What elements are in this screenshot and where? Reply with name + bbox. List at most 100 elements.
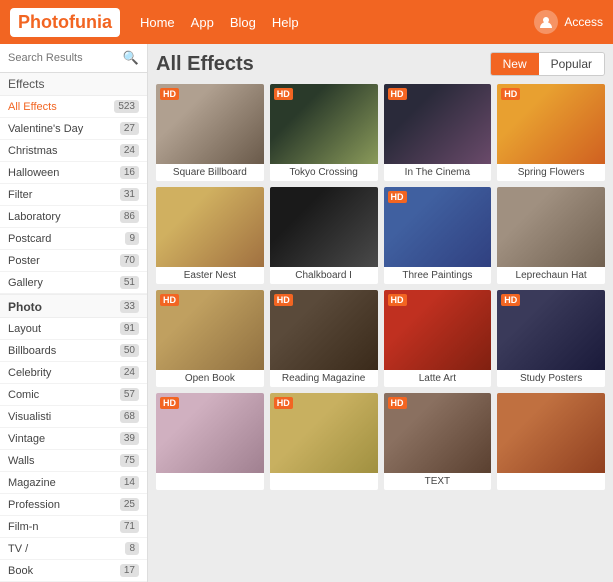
effect-card-14[interactable]: HD TEXT xyxy=(384,393,492,490)
sidebar-count: 17 xyxy=(120,564,139,577)
sidebar-item-photo-0[interactable]: Layout 91 xyxy=(0,318,147,340)
hd-badge: HD xyxy=(388,191,407,203)
sidebar-item-effects-6[interactable]: Postcard 9 xyxy=(0,228,147,250)
sidebar-count: 50 xyxy=(120,344,139,357)
sidebar: 🔍 EffectsAll Effects 523Valentine's Day … xyxy=(0,44,148,582)
effect-name: Square Billboard xyxy=(156,164,264,181)
user-icon xyxy=(534,10,558,34)
sidebar-count: 57 xyxy=(120,388,139,401)
sidebar-item-photo-6[interactable]: Walls 75 xyxy=(0,450,147,472)
sidebar-item-photo-2[interactable]: Celebrity 24 xyxy=(0,362,147,384)
effect-name xyxy=(497,473,605,479)
sidebar-effects-header: Effects xyxy=(0,73,147,96)
effect-name: Tokyo Crossing xyxy=(270,164,378,181)
effect-name: In The Cinema xyxy=(384,164,492,181)
tab-popular[interactable]: Popular xyxy=(539,53,604,75)
sidebar-label: Layout xyxy=(8,323,41,335)
content: All Effects New Popular HDSquare Billboa… xyxy=(148,44,613,582)
effect-card-12[interactable]: HD xyxy=(156,393,264,490)
hd-badge: HD xyxy=(501,88,520,100)
effect-card-7[interactable]: Leprechaun Hat xyxy=(497,187,605,284)
sidebar-photo-section: Photo 33 xyxy=(0,294,147,318)
logo[interactable]: Photofunia xyxy=(10,8,120,37)
sidebar-label: Gallery xyxy=(8,277,43,289)
sidebar-label: Visualisti xyxy=(8,411,51,423)
hd-badge: HD xyxy=(388,294,407,306)
sidebar-item-photo-11[interactable]: Book 17 xyxy=(0,560,147,582)
sidebar-item-photo-8[interactable]: Profession 25 xyxy=(0,494,147,516)
hd-badge: HD xyxy=(388,397,407,409)
effect-name xyxy=(156,473,264,479)
sidebar-label: Walls xyxy=(8,455,34,467)
header: Photofunia Home App Blog Help Access xyxy=(0,0,613,44)
page-title: All Effects xyxy=(156,53,254,76)
sidebar-item-photo-4[interactable]: Visualisti 68 xyxy=(0,406,147,428)
effects-grid: HDSquare BillboardHDTokyo CrossingHDIn T… xyxy=(156,84,605,490)
search-input[interactable] xyxy=(8,52,123,64)
sidebar-count: 68 xyxy=(120,410,139,423)
sidebar-item-photo-3[interactable]: Comic 57 xyxy=(0,384,147,406)
sidebar-label: TV / xyxy=(8,543,28,555)
sidebar-item-effects-8[interactable]: Gallery 51 xyxy=(0,272,147,294)
effect-card-4[interactable]: Easter Nest xyxy=(156,187,264,284)
effect-name: Leprechaun Hat xyxy=(497,267,605,284)
effect-card-1[interactable]: HDTokyo Crossing xyxy=(270,84,378,181)
sidebar-item-effects-5[interactable]: Laboratory 86 xyxy=(0,206,147,228)
sidebar-count: 523 xyxy=(114,100,139,113)
effect-card-11[interactable]: HDStudy Posters xyxy=(497,290,605,387)
sidebar-label: Magazine xyxy=(8,477,56,489)
effect-name: Spring Flowers xyxy=(497,164,605,181)
sidebar-item-effects-3[interactable]: Halloween 16 xyxy=(0,162,147,184)
sidebar-item-photo-9[interactable]: Film-n 71 xyxy=(0,516,147,538)
effect-card-0[interactable]: HDSquare Billboard xyxy=(156,84,264,181)
search-box[interactable]: 🔍 xyxy=(0,44,147,73)
sidebar-count: 70 xyxy=(120,254,139,267)
access-label[interactable]: Access xyxy=(564,15,603,29)
effect-card-8[interactable]: HDOpen Book xyxy=(156,290,264,387)
effect-card-9[interactable]: HDReading Magazine xyxy=(270,290,378,387)
effect-card-13[interactable]: HD xyxy=(270,393,378,490)
nav-home[interactable]: Home xyxy=(140,15,175,30)
sidebar-count: 27 xyxy=(120,122,139,135)
effect-card-10[interactable]: HDLatte Art xyxy=(384,290,492,387)
sidebar-label: Book xyxy=(8,565,33,577)
sidebar-item-effects-7[interactable]: Poster 70 xyxy=(0,250,147,272)
sidebar-count: 75 xyxy=(120,454,139,467)
sidebar-label: Vintage xyxy=(8,433,45,445)
effect-card-2[interactable]: HD In The Cinema xyxy=(384,84,492,181)
sidebar-count: 24 xyxy=(120,366,139,379)
effect-name: Easter Nest xyxy=(156,267,264,284)
nav-blog[interactable]: Blog xyxy=(230,15,256,30)
effect-card-3[interactable]: HD Spring Flowers xyxy=(497,84,605,181)
sidebar-count: 8 xyxy=(125,542,139,555)
hd-badge: HD xyxy=(274,397,293,409)
effect-card-6[interactable]: HD Three Paintings xyxy=(384,187,492,284)
sidebar-item-photo-5[interactable]: Vintage 39 xyxy=(0,428,147,450)
sidebar-count: 14 xyxy=(120,476,139,489)
content-header: All Effects New Popular xyxy=(156,52,605,76)
sidebar-label: All Effects xyxy=(8,101,57,113)
tab-new[interactable]: New xyxy=(491,53,539,75)
sidebar-label: Christmas xyxy=(8,145,58,157)
sidebar-item-effects-1[interactable]: Valentine's Day 27 xyxy=(0,118,147,140)
sidebar-item-effects-2[interactable]: Christmas 24 xyxy=(0,140,147,162)
hd-badge: HD xyxy=(388,88,407,100)
sidebar-item-photo-1[interactable]: Billboards 50 xyxy=(0,340,147,362)
search-icon[interactable]: 🔍 xyxy=(123,50,139,66)
effect-name: Three Paintings xyxy=(384,267,492,284)
effect-name: Open Book xyxy=(156,370,264,387)
nav-help[interactable]: Help xyxy=(272,15,299,30)
sidebar-count: 86 xyxy=(120,210,139,223)
sidebar-item-photo-7[interactable]: Magazine 14 xyxy=(0,472,147,494)
effect-card-5[interactable]: Chalkboard I xyxy=(270,187,378,284)
effect-name: TEXT xyxy=(384,473,492,490)
sidebar-label: Comic xyxy=(8,389,39,401)
sidebar-item-photo-10[interactable]: TV / 8 xyxy=(0,538,147,560)
nav-app[interactable]: App xyxy=(191,15,214,30)
effect-card-15[interactable] xyxy=(497,393,605,490)
sidebar-label: Poster xyxy=(8,255,40,267)
sidebar-item-effects-4[interactable]: Filter 31 xyxy=(0,184,147,206)
sidebar-label: Profession xyxy=(8,499,60,511)
sidebar-item-effects-0[interactable]: All Effects 523 xyxy=(0,96,147,118)
hd-badge: HD xyxy=(160,397,179,409)
